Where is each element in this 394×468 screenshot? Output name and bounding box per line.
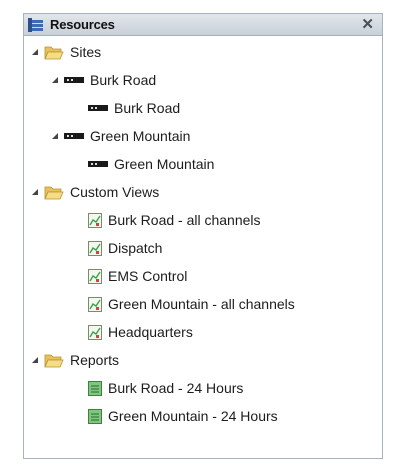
report-icon — [88, 408, 102, 424]
custom-view-icon — [88, 240, 102, 256]
expand-arrow-icon[interactable] — [50, 75, 60, 85]
tree-node-label: Green Mountain - 24 Hours — [108, 408, 278, 424]
report-icon — [88, 380, 102, 396]
folder-open-icon — [44, 354, 64, 367]
expand-arrow-icon[interactable] — [30, 355, 40, 365]
site-device-icon — [64, 133, 84, 139]
panel-titlebar: Resources ✕ — [24, 14, 382, 36]
tree-node-label: Dispatch — [108, 240, 163, 256]
resource-tree: Sites Burk Road Burk Road Green Mountain — [24, 36, 382, 456]
tree-node-reports[interactable]: Reports — [30, 349, 119, 371]
expand-arrow-icon[interactable] — [30, 47, 40, 57]
resources-panel: Resources ✕ Sites Burk Road Burk Road Gr… — [23, 13, 383, 459]
tree-leaf-view[interactable]: Headquarters — [88, 321, 193, 343]
tree-node-label: Burk Road - 24 Hours — [108, 380, 244, 396]
folder-open-icon — [44, 46, 64, 59]
tree-node-label: Burk Road — [114, 100, 181, 116]
tree-leaf-report[interactable]: Burk Road - 24 Hours — [88, 377, 243, 399]
tree-leaf-view[interactable]: Dispatch — [88, 237, 162, 259]
tree-leaf-view[interactable]: EMS Control — [88, 265, 187, 287]
site-device-icon — [88, 161, 108, 167]
site-device-icon — [64, 77, 84, 83]
tree-node-label: Headquarters — [108, 324, 193, 340]
tree-node-custom-views[interactable]: Custom Views — [30, 181, 159, 203]
custom-view-icon — [88, 324, 102, 340]
panel-title: Resources — [50, 17, 115, 32]
tree-leaf-site[interactable]: Burk Road — [88, 97, 180, 119]
resources-icon — [28, 18, 43, 32]
tree-node-label: Reports — [70, 352, 120, 368]
tree-node-label: Burk Road - all channels — [108, 212, 261, 228]
tree-node-label: EMS Control — [108, 268, 188, 284]
tree-leaf-view[interactable]: Burk Road - all channels — [88, 209, 261, 231]
tree-node-sites[interactable]: Sites — [30, 41, 101, 63]
tree-node-label: Sites — [70, 44, 102, 60]
tree-node-site[interactable]: Green Mountain — [50, 125, 190, 147]
expand-arrow-icon[interactable] — [30, 187, 40, 197]
tree-node-label: Custom Views — [70, 184, 160, 200]
custom-view-icon — [88, 268, 102, 284]
expand-arrow-icon[interactable] — [50, 131, 60, 141]
tree-leaf-report[interactable]: Green Mountain - 24 Hours — [88, 405, 278, 427]
tree-node-site[interactable]: Burk Road — [50, 69, 156, 91]
tree-node-label: Burk Road — [90, 72, 157, 88]
site-device-icon — [88, 105, 108, 111]
tree-leaf-view[interactable]: Green Mountain - all channels — [88, 293, 295, 315]
tree-node-label: Green Mountain — [114, 156, 215, 172]
custom-view-icon — [88, 296, 102, 312]
tree-leaf-site[interactable]: Green Mountain — [88, 153, 214, 175]
tree-node-label: Green Mountain — [90, 128, 191, 144]
folder-open-icon — [44, 186, 64, 199]
tree-node-label: Green Mountain - all channels — [108, 296, 295, 312]
custom-view-icon — [88, 212, 102, 228]
close-icon[interactable]: ✕ — [361, 16, 374, 33]
